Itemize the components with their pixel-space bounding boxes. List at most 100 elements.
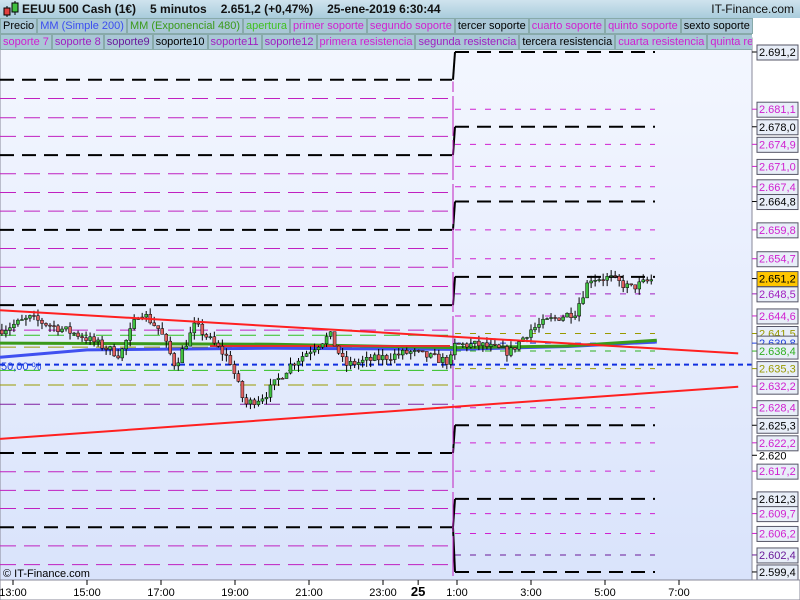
candle: [332, 331, 337, 347]
candle: [172, 353, 177, 367]
y-axis-label: 2.681,1: [759, 104, 796, 116]
candle: [128, 328, 132, 341]
candle: [212, 336, 217, 344]
candle: [224, 353, 229, 356]
price-chart[interactable]: 2.691,2 2.681,1 2.678,0 2.674,9 2.671,0 2.667…: [0, 0, 800, 600]
legend-item[interactable]: soporte9: [103, 34, 153, 50]
legend-item[interactable]: soporte 7: [0, 34, 52, 50]
fib-50-label: 50,00 %: [1, 361, 42, 373]
candle: [8, 327, 12, 331]
candle: [216, 342, 221, 347]
legend-item[interactable]: MM (Exponencial 480): [126, 18, 243, 34]
candle: [497, 344, 501, 348]
watermark: © IT-Finance.com: [3, 568, 90, 580]
y-axis-label: 2.654,7: [759, 254, 796, 266]
candle: [513, 347, 517, 350]
candle: [641, 279, 645, 283]
candle: [40, 319, 44, 324]
x-axis-label: 1:00: [446, 587, 467, 599]
legend-item[interactable]: quinta resi: [707, 34, 752, 50]
legend-item[interactable]: soporte12: [261, 34, 317, 50]
candle: [156, 325, 160, 329]
candle: [396, 353, 401, 356]
candle: [376, 354, 381, 361]
legend-item[interactable]: primera resistencia: [316, 34, 416, 50]
y-axis-label: 2.691,2: [759, 47, 796, 59]
candle: [184, 345, 189, 350]
candle: [356, 362, 361, 365]
candle: [60, 328, 64, 332]
candle: [160, 328, 164, 335]
candle: [32, 315, 36, 317]
brand: IT-Finance.com: [711, 2, 794, 16]
candle: [164, 334, 168, 342]
timeframe[interactable]: 5 minutos: [150, 2, 207, 16]
candle: [413, 350, 417, 352]
candle: [308, 351, 313, 354]
y-axis-label: 2.622,2: [759, 438, 796, 450]
y-axis-labels: 2.691,2 2.681,1 2.678,0 2.674,9 2.671,0 2.667…: [752, 44, 799, 581]
candle: [441, 357, 445, 363]
candle: [264, 397, 269, 400]
instrument-title: EEUU 500 Cash (1€): [22, 2, 137, 16]
candle: [192, 322, 197, 334]
candle: [561, 316, 565, 321]
candle: [593, 280, 597, 282]
candle: [204, 334, 209, 338]
x-axis-label: 19:00: [221, 587, 249, 599]
legend-item[interactable]: cuarta resistencia: [615, 34, 708, 50]
candle: [581, 297, 585, 304]
candle: [168, 340, 172, 354]
legend-item[interactable]: soporte 8: [51, 34, 104, 50]
candle: [248, 399, 253, 405]
candle: [296, 360, 301, 366]
candle: [565, 312, 569, 318]
legend-item[interactable]: sexto soporte: [680, 18, 753, 34]
candle: [120, 348, 124, 359]
candle: [232, 364, 237, 374]
candle: [425, 351, 429, 358]
candle: [220, 345, 225, 355]
candle: [577, 303, 581, 317]
x-axis-label: 3:00: [520, 587, 541, 599]
candle: [585, 282, 589, 299]
x-axis-label: 13:00: [0, 587, 27, 599]
y-axis-label: 2.628,4: [759, 403, 796, 415]
legend-item[interactable]: quinto soporte: [605, 18, 681, 34]
candle: [88, 336, 92, 341]
legend-item[interactable]: soporte10: [152, 34, 208, 50]
candle: [573, 315, 577, 318]
candle: [629, 283, 633, 286]
legend-item[interactable]: tercer soporte: [454, 18, 529, 34]
candle: [625, 283, 629, 288]
candle: [272, 379, 277, 386]
candle: [597, 279, 601, 281]
legend-item[interactable]: primer soporte: [289, 18, 367, 34]
legend-item[interactable]: segunda resistencia: [415, 34, 520, 50]
y-axis-label: 2.671,0: [759, 161, 796, 173]
legend-item[interactable]: apertura: [243, 18, 290, 34]
candle: [124, 339, 128, 350]
candle: [589, 280, 593, 284]
legend-item[interactable]: Precio: [0, 18, 38, 34]
legend-item[interactable]: soporte11: [207, 34, 262, 50]
legend-item[interactable]: MM (Simple 200): [37, 18, 127, 34]
candle: [288, 363, 293, 374]
y-axis-label: 2.635,3: [759, 364, 796, 376]
y-axis-label: 2.674,9: [759, 139, 796, 151]
candle: [276, 377, 281, 380]
legend-item[interactable]: segundo soporte: [366, 18, 455, 34]
candle: [304, 353, 309, 357]
x-axis-label: 7:00: [668, 587, 689, 599]
candle: [92, 336, 96, 343]
candle: [633, 284, 637, 290]
y-axis-label: 2.667,4: [759, 182, 796, 194]
legend-item[interactable]: cuarto soporte: [528, 18, 606, 34]
candle: [312, 349, 317, 353]
candle: [485, 342, 489, 347]
candle: [360, 359, 365, 363]
y-axis-label: 2.651,2: [759, 274, 796, 286]
candle: [384, 355, 389, 360]
legend-item[interactable]: tercera resistencia: [519, 34, 616, 50]
candle: [152, 322, 156, 326]
